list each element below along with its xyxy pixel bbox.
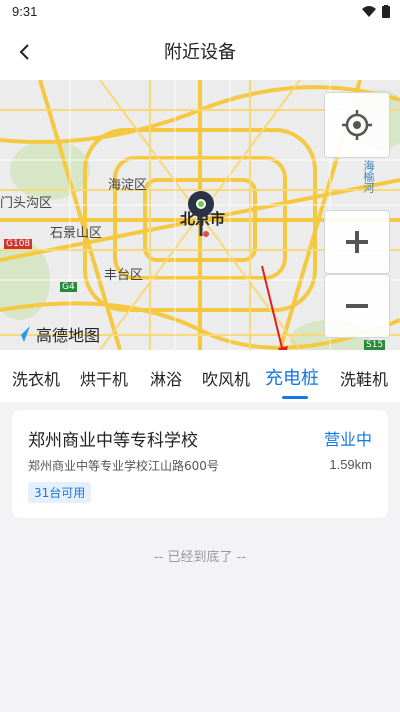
plus-icon [346, 231, 368, 253]
amap-arrow-icon [14, 326, 30, 342]
device-card[interactable]: 郑州商业中等专科学校 营业中 郑州商业中等专业学校江山路600号 1.59km … [12, 410, 388, 518]
map-pin-icon[interactable] [186, 190, 216, 240]
device-status-badge: 营业中 [323, 430, 372, 449]
status-bar: 9:31 [0, 0, 400, 24]
map-label-shijingshan: 石景山区 [50, 226, 103, 241]
map-label-river: 海榆河 [362, 160, 375, 193]
wifi-icon [362, 5, 376, 17]
road-badge: S15 [364, 340, 386, 350]
map-label-mentougou: 门头沟区 [0, 196, 53, 211]
battery-icon [382, 5, 390, 18]
active-tab-indicator [282, 396, 308, 399]
zoom-out-button[interactable] [324, 274, 390, 338]
tab-hair-dryer[interactable]: 吹风机 [202, 366, 250, 390]
road-badge: G4 [60, 282, 77, 292]
page-title: 附近设备 [164, 42, 236, 63]
tab-dryer[interactable]: 烘干机 [80, 366, 128, 390]
locate-button[interactable] [324, 92, 390, 158]
tab-washer[interactable]: 洗衣机 [12, 366, 60, 390]
minus-icon [346, 304, 368, 308]
availability-badge: 31台可用 [28, 482, 92, 503]
amap-logo: 高德地图 [12, 322, 100, 346]
road-badge: G108 [4, 239, 33, 249]
amap-logo-text: 高德地图 [36, 326, 101, 345]
status-time: 9:31 [12, 4, 38, 19]
device-address: 郑州商业中等专业学校江山路600号 [28, 459, 219, 473]
list-end-text: -- 已经到底了 -- [153, 550, 247, 565]
zoom-in-button[interactable] [324, 210, 390, 274]
tab-charging-pile[interactable]: 充电桩 [265, 364, 319, 390]
device-name: 郑州商业中等专科学校 [28, 431, 198, 451]
device-distance: 1.59km [329, 457, 372, 472]
device-type-tabs: 洗衣机 烘干机 淋浴 吹风机 充电桩 洗鞋机 [0, 350, 400, 402]
app-header: 附近设备 [0, 24, 400, 80]
map-view[interactable]: 海淀区 北京市 石景山区 丰台区 门头沟区 海榆河 G108 G4 S15 高德… [0, 80, 400, 350]
tab-shoe-washer[interactable]: 洗鞋机 [340, 366, 388, 390]
tab-shower[interactable]: 淋浴 [150, 366, 182, 390]
crosshair-icon [342, 110, 372, 140]
map-label-fengtai: 丰台区 [104, 268, 144, 283]
map-label-haidian: 海淀区 [108, 178, 148, 193]
